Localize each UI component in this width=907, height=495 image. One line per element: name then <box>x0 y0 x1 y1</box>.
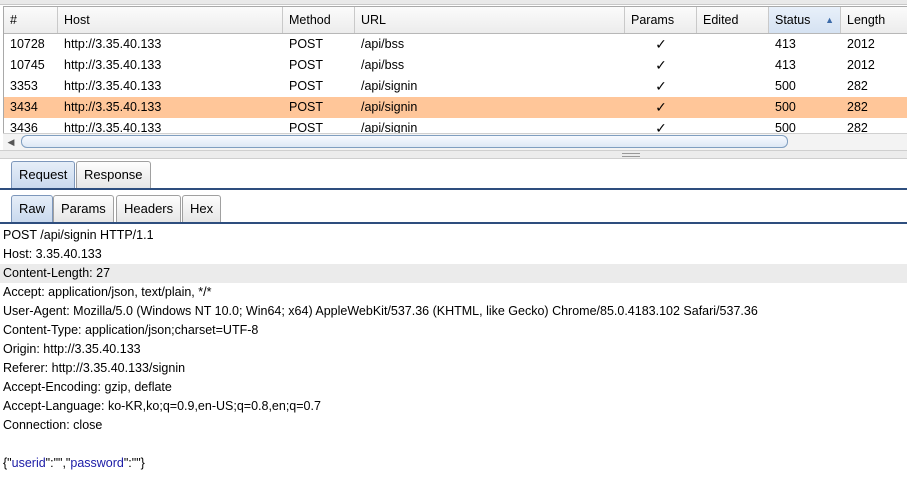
cell-status: 413 <box>775 58 796 72</box>
table-header: # Host Method URL Params Edited Status ▲… <box>4 7 907 34</box>
view-tabs: Raw Params Headers Hex <box>0 194 907 224</box>
request-line: POST /api/signin HTTP/1.1 <box>3 228 154 242</box>
top-border <box>0 0 907 5</box>
cell-length: 2012 <box>847 37 875 51</box>
body-punct: {" <box>3 456 12 470</box>
cell-number: 3353 <box>10 79 38 93</box>
header-accept: Accept: application/json, text/plain, */… <box>3 285 212 299</box>
params-check-icon: ✓ <box>655 57 667 73</box>
column-header-host[interactable]: Host <box>58 7 283 33</box>
header-accept-language: Accept-Language: ko-KR,ko;q=0.9,en-US;q=… <box>3 399 321 413</box>
cell-host: http://3.35.40.133 <box>64 37 162 51</box>
table-row[interactable]: 3353 http://3.35.40.133 POST /api/signin… <box>4 76 907 97</box>
header-connection: Connection: close <box>3 418 103 432</box>
cell-method: POST <box>289 37 324 51</box>
column-header-params[interactable]: Params <box>625 7 697 33</box>
tab-params[interactable]: Params <box>53 195 114 222</box>
request-body: {"userid":"","password":""} <box>3 454 145 473</box>
cell-host: http://3.35.40.133 <box>64 79 162 93</box>
params-check-icon: ✓ <box>655 78 667 94</box>
scrollbar-thumb[interactable] <box>21 135 788 148</box>
column-header-status-label: Status <box>775 13 811 27</box>
pane-splitter[interactable] <box>0 150 907 159</box>
cell-method: POST <box>289 100 324 114</box>
tab-raw[interactable]: Raw <box>11 195 54 222</box>
cell-method: POST <box>289 79 324 93</box>
cell-length: 2012 <box>847 58 875 72</box>
history-table: # Host Method URL Params Edited Status ▲… <box>3 6 907 152</box>
header-referer: Referer: http://3.35.40.133/signin <box>3 361 186 375</box>
column-header-status[interactable]: Status ▲ <box>769 7 841 33</box>
header-host: Host: 3.35.40.133 <box>3 247 102 261</box>
table-row[interactable]: 10728 http://3.35.40.133 POST /api/bss ✓… <box>4 34 907 55</box>
cell-number: 10728 <box>10 37 45 51</box>
table-row[interactable]: 10745 http://3.35.40.133 POST /api/bss ✓… <box>4 55 907 76</box>
cell-url: /api/bss <box>361 58 405 72</box>
cell-url: /api/bss <box>361 37 405 51</box>
cell-length: 282 <box>847 100 868 114</box>
params-check-icon: ✓ <box>655 36 667 52</box>
sort-ascending-icon: ▲ <box>825 15 834 25</box>
table-row-selected[interactable]: 3434 http://3.35.40.133 POST /api/signin… <box>4 97 907 118</box>
header-accept-encoding: Accept-Encoding: gzip, deflate <box>3 380 172 394</box>
cell-host: http://3.35.40.133 <box>64 100 162 114</box>
tab-headers[interactable]: Headers <box>116 195 182 222</box>
cell-method: POST <box>289 58 324 72</box>
cell-url: /api/signin <box>361 100 418 114</box>
params-check-icon: ✓ <box>655 99 667 115</box>
column-header-number[interactable]: # <box>4 7 58 33</box>
scroll-left-arrow-icon[interactable]: ◀ <box>5 136 17 148</box>
tab-response[interactable]: Response <box>76 161 151 188</box>
cell-number: 10745 <box>10 58 45 72</box>
header-user-agent: User-Agent: Mozilla/5.0 (Windows NT 10.0… <box>3 304 758 318</box>
cell-url: /api/signin <box>361 79 418 93</box>
header-content-type: Content-Type: application/json;charset=U… <box>3 323 259 337</box>
body-punct: ":""," <box>45 456 71 470</box>
cell-status: 413 <box>775 37 796 51</box>
raw-request-editor[interactable]: POST /api/signin HTTP/1.1 Host: 3.35.40.… <box>0 224 907 495</box>
cell-status: 500 <box>775 100 796 114</box>
horizontal-scrollbar[interactable]: ◀ <box>3 133 907 150</box>
cell-status: 500 <box>775 79 796 93</box>
body-key-userid: userid <box>11 456 46 470</box>
cell-length: 282 <box>847 79 868 93</box>
cell-number: 3434 <box>10 100 38 114</box>
message-tabs: Request Response <box>0 160 907 190</box>
tab-request[interactable]: Request <box>11 161 76 188</box>
body-punct: ":""} <box>123 456 145 470</box>
splitter-grip-icon <box>622 153 640 157</box>
column-header-length[interactable]: Length <box>841 7 907 33</box>
header-content-length: Content-Length: 27 <box>0 264 907 283</box>
body-key-password: password <box>70 456 124 470</box>
column-header-method[interactable]: Method <box>283 7 355 33</box>
header-origin: Origin: http://3.35.40.133 <box>3 342 141 356</box>
column-header-edited[interactable]: Edited <box>697 7 769 33</box>
tab-hex[interactable]: Hex <box>182 195 222 222</box>
column-header-url[interactable]: URL <box>355 7 625 33</box>
cell-host: http://3.35.40.133 <box>64 58 162 72</box>
